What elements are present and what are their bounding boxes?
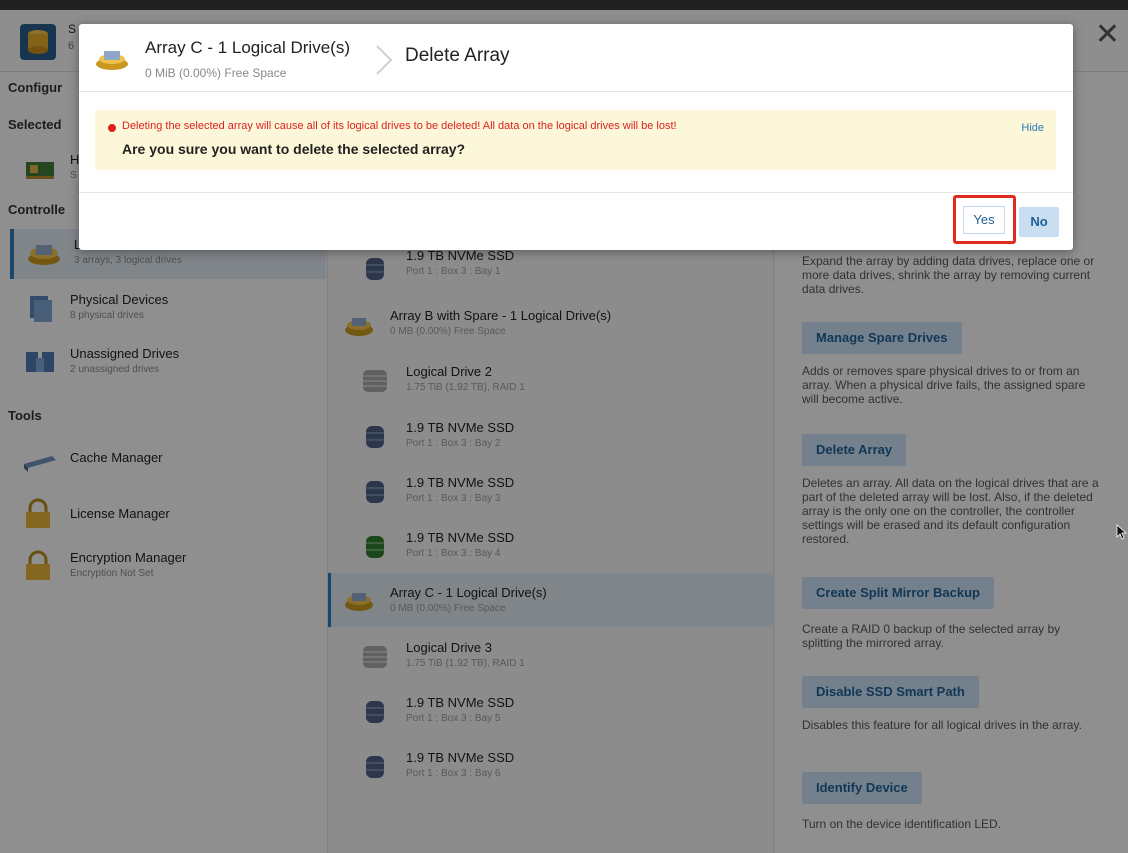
mouse-cursor-icon <box>1116 524 1128 540</box>
array-icon <box>96 51 128 70</box>
warning-box: Deleting the selected array will cause a… <box>95 110 1056 170</box>
dialog-footer-divider <box>79 192 1073 193</box>
yes-button[interactable]: Yes <box>963 206 1005 234</box>
confirmation-question: Are you sure you want to delete the sele… <box>122 141 466 157</box>
dialog-header: Array C - 1 Logical Drive(s) 0 MiB (0.00… <box>79 24 1073 92</box>
error-dot-icon <box>108 124 116 132</box>
breadcrumb-array-free-space: 0 MiB (0.00%) Free Space <box>145 66 287 80</box>
hide-link[interactable]: Hide <box>1021 122 1044 134</box>
breadcrumb-array-title[interactable]: Array C - 1 Logical Drive(s) <box>145 38 350 58</box>
delete-array-dialog: Array C - 1 Logical Drive(s) 0 MiB (0.00… <box>79 24 1073 250</box>
yes-button-highlight: Yes <box>953 195 1016 244</box>
chevron-right-icon <box>376 45 393 75</box>
dialog-title: Delete Array <box>405 45 510 66</box>
warning-message: Deleting the selected array will cause a… <box>122 120 677 132</box>
no-button[interactable]: No <box>1019 207 1059 237</box>
